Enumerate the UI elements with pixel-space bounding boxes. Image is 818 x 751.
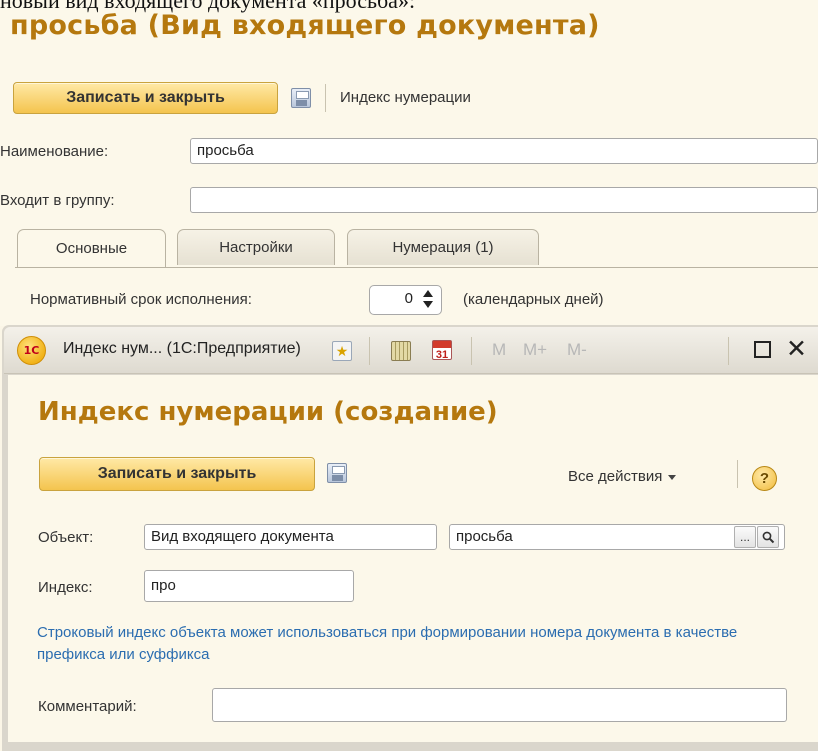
spinner-arrows[interactable] [420,287,438,313]
search-icon[interactable] [757,526,779,548]
term-units: (календарных дней) [463,291,604,308]
favorite-star-icon[interactable]: ★ [332,341,352,361]
calculator-icon[interactable] [391,341,411,361]
object-label: Объект: [38,529,94,546]
all-actions-menu[interactable]: Все действия [568,468,677,485]
save-icon[interactable] [291,88,311,108]
comment-label: Комментарий: [38,698,137,715]
titlebar-divider [369,337,370,365]
tab-numbering[interactable]: Нумерация (1) [347,229,539,265]
comment-field[interactable] [212,688,787,722]
dialog-heading: Индекс нумерации (создание) [38,397,498,427]
name-label: Наименование: [0,143,109,160]
calendar-icon[interactable]: 31 [432,340,452,361]
object-type-field[interactable]: Вид входящего документа [144,524,437,550]
toolbar-divider [325,84,326,112]
memory-m-button[interactable]: M [492,340,506,360]
close-icon[interactable]: ✕ [786,334,807,364]
toolbar-divider [737,460,738,488]
all-actions-label: Все действия [568,468,663,485]
tabs-baseline [15,267,818,268]
dropdown-arrow-icon [668,474,677,480]
select-button[interactable]: ... [734,526,756,548]
memory-m-minus-button[interactable]: M- [567,340,587,360]
group-label: Входит в группу: [0,192,115,209]
term-value: 0 [404,290,413,307]
memory-m-plus-button[interactable]: M+ [523,340,547,360]
save-and-close-button[interactable]: Записать и закрыть [13,82,278,114]
form-title: просьба (Вид входящего документа) [10,10,600,41]
titlebar-divider [471,337,472,365]
index-label: Индекс: [38,579,93,596]
index-hint-text: Строковый индекс объекта может использов… [37,624,738,663]
term-label: Нормативный срок исполнения: [30,291,252,308]
tab-settings[interactable]: Настройки [177,229,335,265]
dialog-window-title: Индекс нум... (1С:Предприятие) [63,340,301,357]
spin-up-icon[interactable] [423,290,433,297]
help-icon[interactable]: ? [752,466,777,491]
group-field[interactable] [190,187,818,213]
spin-down-icon[interactable] [423,301,433,308]
name-field[interactable]: просьба [190,138,818,164]
1c-logo-icon: 1С [17,336,46,365]
dialog-body [8,375,818,742]
index-numbering-link[interactable]: Индекс нумерации [340,89,471,106]
tab-main[interactable]: Основные [17,229,166,267]
titlebar-divider [728,337,729,365]
index-field[interactable]: про [144,570,354,602]
save-icon[interactable] [327,463,347,483]
maximize-icon[interactable] [754,341,771,358]
dialog-save-and-close-button[interactable]: Записать и закрыть [39,457,315,491]
